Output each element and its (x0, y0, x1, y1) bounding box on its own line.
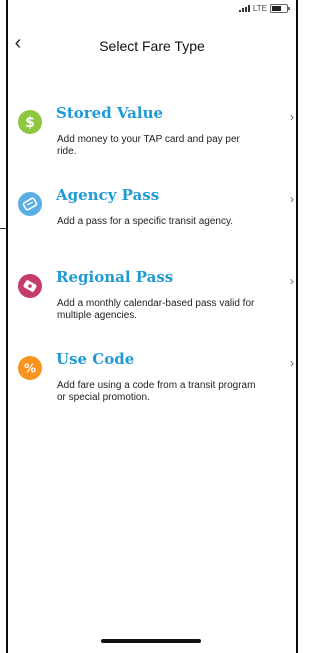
percent-icon: % (18, 356, 42, 380)
fare-type-description: Add a pass for a specific transit agency… (57, 216, 234, 227)
frame-line (0, 228, 6, 229)
pass-icon (18, 274, 42, 298)
dollar-icon: $ (18, 110, 42, 134)
fare-type-title: Use Code (56, 350, 135, 368)
network-label: LTE (252, 4, 267, 13)
fare-type-use-code[interactable]: % Use Code Add fare using a code from a … (18, 350, 296, 432)
fare-type-description: Add fare using a code from a transit pro… (57, 380, 256, 403)
ticket-icon (18, 192, 42, 216)
chevron-right-icon: › (290, 356, 294, 370)
fare-type-stored-value[interactable]: $ Stored Value Add money to your TAP car… (18, 104, 296, 186)
home-indicator (101, 639, 201, 643)
chevron-right-icon: › (290, 110, 294, 124)
svg-text:$: $ (25, 115, 35, 130)
fare-type-description: Add a monthly calendar-based pass valid … (57, 298, 255, 321)
header: ‹ Select Fare Type (8, 26, 296, 66)
chevron-right-icon: › (290, 192, 294, 206)
fare-type-title: Stored Value (56, 104, 164, 122)
fare-type-description: Add money to your TAP card and pay per r… (57, 134, 240, 157)
phone-frame-right (296, 0, 298, 653)
svg-text:%: % (24, 362, 36, 376)
fare-type-list: $ Stored Value Add money to your TAP car… (18, 104, 296, 432)
status-bar: LTE (238, 4, 290, 13)
fare-type-regional-pass[interactable]: Regional Pass Add a monthly calendar-bas… (18, 268, 296, 350)
fare-type-title: Regional Pass (56, 268, 174, 286)
fare-type-title: Agency Pass (56, 186, 160, 204)
battery-icon (270, 4, 290, 13)
page-title: Select Fare Type (99, 38, 205, 54)
fare-type-agency-pass[interactable]: Agency Pass Add a pass for a specific tr… (18, 186, 296, 268)
chevron-right-icon: › (290, 274, 294, 288)
signal-icon (238, 5, 250, 12)
phone-frame-left (6, 0, 8, 653)
